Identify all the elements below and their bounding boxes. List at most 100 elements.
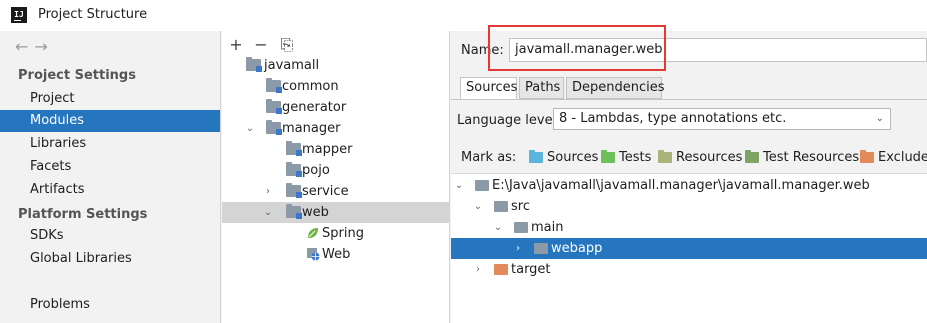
mark-as-excluded-button[interactable]: Excluded [860, 149, 927, 167]
back-arrow-icon[interactable]: ← [15, 37, 28, 56]
forward-arrow-icon[interactable]: → [34, 37, 47, 56]
section-platform-settings: Platform Settings [18, 207, 148, 222]
remove-icon[interactable]: − [253, 35, 269, 54]
content-node-label: main [531, 220, 564, 235]
sidebar-item-problems[interactable]: Problems [0, 294, 220, 316]
tree-node-javamall[interactable]: javamall [222, 55, 449, 76]
chevron-down-icon[interactable]: ⌄ [453, 175, 465, 196]
tab-paths[interactable]: Paths [519, 77, 564, 99]
window-title: Project Structure [38, 7, 148, 22]
gray-folder-icon [494, 201, 508, 212]
module-tree-panel: + − ⎘ javamall common generator ⌄ manage… [222, 31, 450, 323]
mark-as-label: Mark as: [461, 150, 517, 165]
content-node-label: src [511, 199, 530, 214]
tree-node-label: javamall [264, 58, 320, 73]
content-node-main[interactable]: ⌄ main [451, 217, 927, 238]
tree-node-label: service [302, 184, 349, 199]
mark-as-label-text: Resources [676, 150, 743, 165]
content-node-label: target [511, 262, 551, 277]
red-highlight-box [488, 25, 666, 71]
test-resources-folder-icon [745, 150, 759, 163]
sidebar-item-global-libraries[interactable]: Global Libraries [0, 248, 220, 270]
excluded-folder-icon [860, 150, 874, 163]
mark-as-label-text: Tests [619, 150, 652, 165]
copy-icon[interactable]: ⎘ [279, 35, 295, 55]
tab-sources[interactable]: Sources [460, 77, 517, 99]
module-folder-icon [266, 120, 282, 135]
tree-node-spring-facet[interactable]: Spring [222, 223, 449, 244]
sidebar-item-sdks[interactable]: SDKs [0, 225, 220, 247]
mark-as-label-text: Sources [547, 150, 599, 165]
tree-node-generator[interactable]: generator [222, 97, 449, 118]
sidebar-item-artifacts[interactable]: Artifacts [0, 179, 220, 201]
tree-node-label: Spring [322, 226, 364, 241]
orange-folder-icon [494, 264, 508, 275]
tree-node-label: common [282, 79, 339, 94]
sidebar-item-project[interactable]: Project [0, 88, 220, 110]
mark-as-label-text: Test Resources [763, 150, 860, 165]
chevron-down-icon: ⌄ [875, 113, 884, 124]
tree-node-pojo[interactable]: pojo [222, 160, 449, 181]
tree-node-service[interactable]: › service [222, 181, 449, 202]
content-node-label: E:\Java\javamall\javamall.manager\javama… [492, 178, 870, 193]
sources-tab-content: Language level: 8 - Lambdas, type annota… [451, 99, 927, 323]
content-node-src[interactable]: ⌄ src [451, 196, 927, 217]
resources-folder-icon [658, 150, 672, 163]
intellij-app-icon: IJ [11, 7, 27, 23]
section-project-settings: Project Settings [18, 68, 136, 83]
history-nav: ← → [15, 37, 54, 56]
module-folder-icon [246, 57, 262, 72]
tests-folder-icon [601, 150, 615, 163]
tree-node-label: Web [322, 247, 351, 262]
tree-node-label: mapper [302, 142, 353, 157]
spring-leaf-icon [308, 228, 318, 238]
settings-sidebar: ← → Project Settings Project Modules Libr… [0, 31, 221, 323]
language-level-label: Language level: [457, 113, 561, 128]
tree-node-common[interactable]: common [222, 76, 449, 97]
tree-node-label: manager [282, 121, 341, 136]
language-level-value: 8 - Lambdas, type annotations etc. [559, 111, 787, 126]
module-folder-icon [286, 204, 302, 219]
title-bar: IJ Project Structure [0, 0, 927, 31]
module-folder-icon [266, 78, 282, 93]
mark-as-label-text: Excluded [878, 150, 927, 165]
sidebar-item-modules[interactable]: Modules [0, 110, 220, 132]
content-node-root[interactable]: ⌄ E:\Java\javamall\javamall.manager\java… [451, 175, 927, 196]
tree-node-label: generator [282, 100, 347, 115]
gray-folder-icon [534, 243, 548, 254]
tree-node-mapper[interactable]: mapper [222, 139, 449, 160]
sidebar-item-facets[interactable]: Facets [0, 156, 220, 178]
sidebar-item-libraries[interactable]: Libraries [0, 133, 220, 155]
add-icon[interactable]: + [228, 35, 244, 54]
chevron-right-icon[interactable]: › [472, 259, 484, 280]
mark-as-resources-button[interactable]: Resources [658, 149, 742, 167]
chevron-right-icon[interactable]: › [512, 238, 524, 259]
tree-node-label: web [302, 205, 329, 220]
tree-node-manager[interactable]: ⌄ manager [222, 118, 449, 139]
mark-as-sources-button[interactable]: Sources [529, 149, 598, 167]
module-folder-icon [266, 99, 282, 114]
mark-as-tests-button[interactable]: Tests [601, 149, 651, 167]
module-folder-icon [286, 183, 302, 198]
chevron-down-icon[interactable]: ⌄ [244, 118, 256, 139]
chevron-down-icon[interactable]: ⌄ [472, 196, 484, 217]
tree-node-label: pojo [302, 163, 330, 178]
chevron-down-icon[interactable]: ⌄ [262, 202, 274, 223]
chevron-down-icon[interactable]: ⌄ [492, 217, 504, 238]
content-node-target[interactable]: › target [451, 259, 927, 280]
content-root-tree: ⌄ E:\Java\javamall\javamall.manager\java… [451, 173, 927, 323]
module-folder-icon [286, 162, 302, 177]
content-node-webapp[interactable]: › webapp [451, 238, 927, 259]
module-folder-icon [286, 141, 302, 156]
module-details-panel: Name: javamall.manager.web Sources Paths… [451, 25, 927, 323]
gray-folder-icon [475, 180, 489, 191]
chevron-right-icon[interactable]: › [262, 181, 274, 202]
tree-node-web-facet[interactable]: Web [222, 244, 449, 265]
gray-folder-icon [514, 222, 528, 233]
web-facet-icon [307, 248, 320, 261]
tab-dependencies[interactable]: Dependencies [566, 77, 665, 99]
mark-as-test-resources-button[interactable]: Test Resources [745, 149, 859, 167]
content-node-label: webapp [551, 241, 603, 256]
tree-node-web[interactable]: ⌄ web [222, 202, 449, 223]
language-level-select[interactable]: 8 - Lambdas, type annotations etc. ⌄ [553, 108, 891, 130]
